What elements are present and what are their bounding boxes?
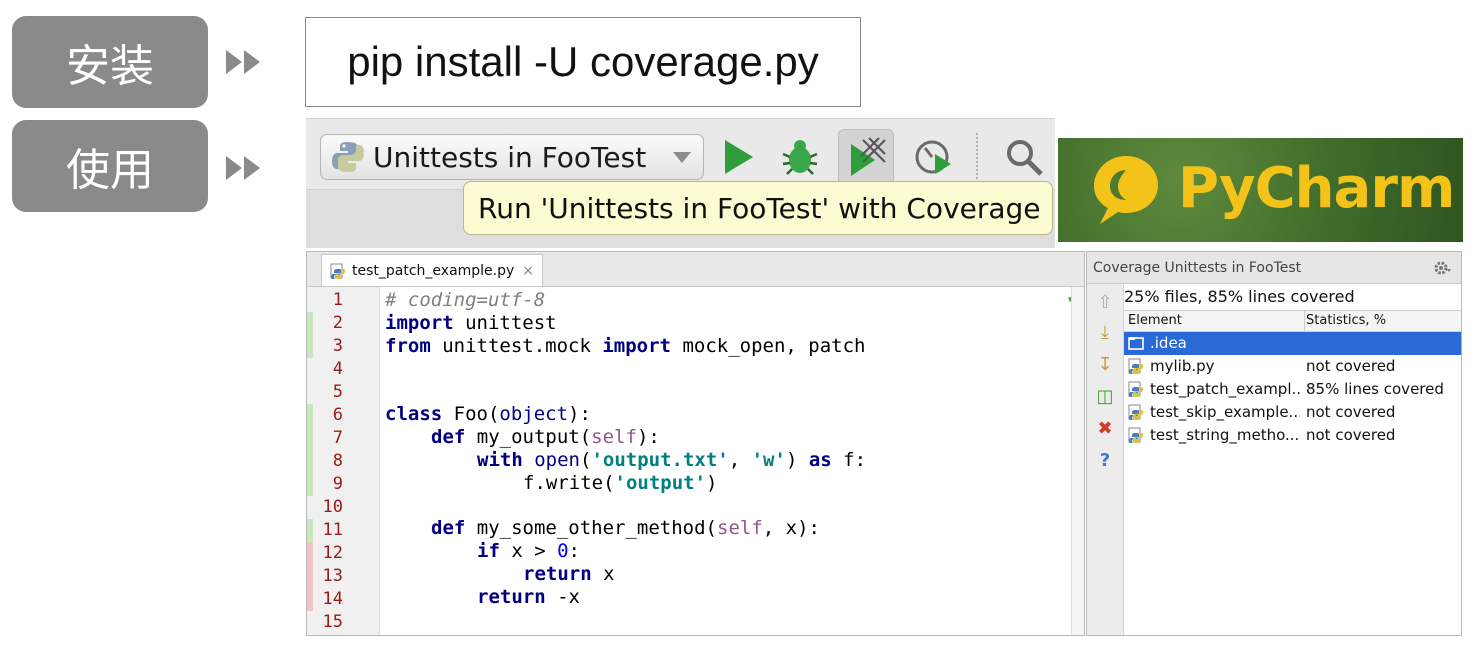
- editor-scrollbar[interactable]: [1071, 287, 1084, 635]
- python-file-icon: [330, 263, 345, 279]
- install-command: pip install -U coverage.py: [305, 17, 861, 107]
- code-line: class Foo(object):: [385, 403, 591, 425]
- coverage-row-name: .idea: [1150, 334, 1187, 352]
- code-line: from unittest.mock import mock_open, pat…: [385, 335, 866, 357]
- python-icon: [331, 140, 365, 174]
- code-line: def my_some_other_method(self, x):: [431, 517, 820, 539]
- line-number: 11: [322, 520, 343, 540]
- run-with-coverage-button[interactable]: [838, 129, 894, 185]
- profile-button[interactable]: [906, 129, 962, 185]
- coverage-row-name: mylib.py: [1150, 357, 1215, 375]
- code-line: f.write('output'): [523, 472, 718, 494]
- coverage-tooltip: Run 'Unittests in FooTest' with Coverage: [463, 181, 1053, 235]
- line-number: 2: [332, 313, 343, 333]
- coverage-panel: Coverage Unittests in FooTest ⇧ ⤓ ↧ ◫ ✖ …: [1086, 251, 1462, 636]
- arrow-icon: [226, 152, 266, 184]
- coverage-row-stat: not covered: [1306, 403, 1396, 421]
- line-gutter: 1 2 3 4 5 6 7 8 9 10 11 12 13 14 15: [307, 287, 380, 635]
- line-number: 14: [322, 589, 343, 609]
- editor-tab-bar: test_patch_example.py ×: [307, 252, 1084, 287]
- coverage-side-toolbar: ⇧ ⤓ ↧ ◫ ✖ ?: [1087, 284, 1124, 635]
- line-number: 7: [332, 428, 343, 448]
- editor-tab-label: test_patch_example.py: [352, 262, 515, 279]
- profile-icon: [915, 140, 951, 174]
- code-line: if x > 0:: [477, 540, 580, 562]
- pycharm-wordmark: PyCharm: [1178, 156, 1455, 221]
- coverage-row-stat: not covered: [1306, 426, 1396, 444]
- coverage-row-stat: 85% lines covered: [1306, 380, 1444, 398]
- python-file-icon: [1128, 358, 1143, 374]
- run-button[interactable]: [710, 129, 766, 185]
- line-number: 6: [332, 405, 343, 425]
- debug-button[interactable]: [772, 129, 828, 185]
- line-number: 9: [332, 474, 343, 494]
- search-icon: [1007, 140, 1043, 176]
- code-editor: test_patch_example.py × 1 2 3 4 5 6 7 8 9 10 11 12 1…: [306, 251, 1085, 636]
- column-statistics[interactable]: Statistics, %: [1306, 313, 1386, 328]
- pycharm-logo-icon: [1094, 156, 1158, 224]
- folder-icon: [1128, 337, 1144, 350]
- coverage-summary: 25% files, 85% lines covered: [1124, 287, 1355, 306]
- run-icon: [725, 140, 753, 174]
- toolbar-separator: [976, 133, 978, 183]
- line-number: 10: [322, 497, 343, 517]
- arrow-icon: [226, 46, 266, 78]
- coverage-row[interactable]: mylib.py not covered: [1124, 355, 1461, 378]
- line-number: 13: [322, 566, 343, 586]
- column-element[interactable]: Element: [1128, 313, 1182, 328]
- coverage-row-name: test_patch_exampl...: [1150, 380, 1300, 398]
- code-line: return x: [523, 563, 615, 585]
- line-number: 12: [322, 543, 343, 563]
- expand-icon[interactable]: ↧: [1095, 354, 1115, 375]
- coverage-row-stat: not covered: [1306, 357, 1396, 375]
- coverage-row[interactable]: test_string_metho... not covered: [1124, 424, 1461, 447]
- run-configuration-label: Unittests in FooTest: [373, 140, 647, 174]
- gear-icon[interactable]: [1433, 259, 1451, 277]
- coverage-row[interactable]: .idea: [1124, 332, 1461, 355]
- coverage-table-header: Element Statistics, %: [1124, 310, 1461, 332]
- code-line: return -x: [477, 586, 580, 608]
- column-divider[interactable]: [1304, 311, 1305, 331]
- python-file-icon: [1128, 404, 1143, 420]
- editor-tab[interactable]: test_patch_example.py ×: [321, 254, 544, 286]
- close-icon[interactable]: ✖: [1095, 418, 1115, 439]
- code-line: import unittest: [385, 312, 557, 334]
- pycharm-banner: PyCharm: [1058, 138, 1463, 242]
- import-icon[interactable]: ⤓: [1095, 322, 1115, 343]
- coverage-row[interactable]: test_patch_exampl... 85% lines covered: [1124, 378, 1461, 401]
- close-icon[interactable]: ×: [522, 263, 534, 279]
- line-number: 4: [332, 359, 343, 379]
- coverage-row-name: test_skip_example...: [1150, 403, 1300, 421]
- code-line: # coding=utf-8: [385, 289, 546, 311]
- export-icon[interactable]: ◫: [1095, 386, 1115, 407]
- chevron-down-icon: [673, 152, 691, 163]
- debug-icon: [782, 140, 818, 175]
- help-icon[interactable]: ?: [1095, 450, 1115, 471]
- arrow-up-icon[interactable]: ⇧: [1095, 292, 1115, 313]
- line-number: 8: [332, 451, 343, 471]
- run-configuration-dropdown[interactable]: Unittests in FooTest: [320, 134, 704, 180]
- install-label: 安装: [12, 16, 208, 108]
- python-file-icon: [1128, 381, 1143, 397]
- coverage-panel-header: Coverage Unittests in FooTest: [1087, 252, 1461, 284]
- code-line: with open('output.txt', 'w') as f:: [477, 449, 867, 471]
- usage-label: 使用: [12, 120, 208, 212]
- coverage-icon: [851, 137, 886, 176]
- coverage-row[interactable]: test_skip_example... not covered: [1124, 401, 1461, 424]
- line-number: 1: [332, 290, 343, 310]
- coverage-panel-title: Coverage Unittests in FooTest: [1093, 259, 1302, 276]
- line-number: 15: [322, 612, 343, 632]
- line-number: 3: [332, 336, 343, 356]
- code-line: def my_output(self):: [431, 426, 660, 448]
- python-file-icon: [1128, 427, 1143, 443]
- line-number: 5: [332, 382, 343, 402]
- search-button[interactable]: [996, 129, 1052, 185]
- coverage-row-name: test_string_metho...: [1150, 426, 1300, 444]
